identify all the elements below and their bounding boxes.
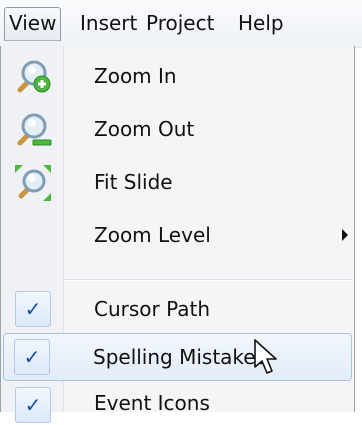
menu-item-label: Spelling Mistakes (93, 345, 267, 369)
menu-item-event-icons[interactable]: ✓ Event Icons (3, 381, 352, 425)
menu-item-label: Zoom In (94, 64, 177, 88)
menu-item-zoom-level[interactable]: Zoom Level (3, 209, 352, 261)
menu-item-zoom-in[interactable]: Zoom In (3, 50, 352, 102)
view-menu-dropdown: Zoom In Zoom Out Fit Slide Zoom Level ✓ … (0, 46, 355, 423)
menu-item-zoom-out[interactable]: Zoom Out (3, 103, 352, 155)
zoom-out-icon (17, 113, 52, 146)
fit-slide-icon (15, 165, 51, 201)
menu-view[interactable]: View (4, 7, 62, 41)
menu-item-label: Zoom Out (94, 117, 195, 141)
menu-bar: View Insert Project Help (0, 0, 362, 48)
checkmark-icon: ✓ (15, 387, 51, 423)
menu-item-label: Fit Slide (94, 170, 173, 194)
submenu-arrow-icon (342, 229, 348, 241)
checkmark-icon: ✓ (15, 291, 51, 327)
menu-item-label: Zoom Level (94, 223, 211, 247)
menu-project[interactable]: Project (146, 7, 214, 39)
menu-item-fit-slide[interactable]: Fit Slide (3, 156, 352, 208)
menu-insert[interactable]: Insert (80, 7, 137, 39)
menu-item-spelling-mistakes[interactable]: ✓ Spelling Mistakes (3, 333, 352, 381)
menu-item-label: Cursor Path (94, 297, 211, 321)
menu-help[interactable]: Help (238, 7, 284, 39)
zoom-in-icon (17, 60, 51, 93)
checkmark-icon: ✓ (14, 339, 50, 375)
menu-item-label: Event Icons (94, 391, 210, 415)
menu-item-cursor-path[interactable]: ✓ Cursor Path (3, 285, 352, 333)
menu-separator (64, 279, 352, 281)
